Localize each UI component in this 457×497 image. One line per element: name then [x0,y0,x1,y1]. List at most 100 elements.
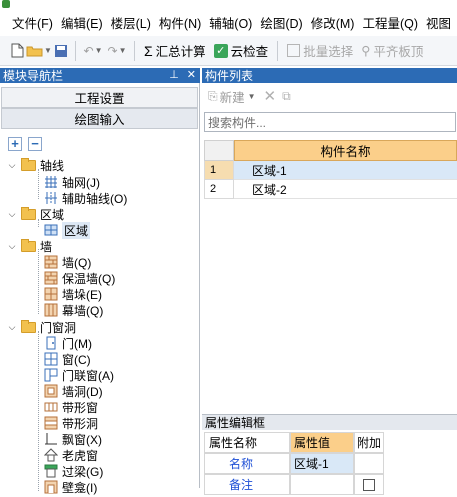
main-toolbar: ▼ ↶ ▼ ↷ ▼ Σ 汇总计算 ✓ 云检查 批量选择 ⚲ 平齐板顶 [0,36,457,66]
tree-item-lintel[interactable]: 过梁(G) [44,463,103,479]
align-icon: ⚲ [361,44,371,58]
save-icon[interactable] [52,42,70,60]
window-icon [44,352,58,366]
tree-item-pilaster[interactable]: 墙垛(E) [44,286,102,302]
property-header-row: 属性名称 属性值 附加 [204,432,457,453]
new-component-button[interactable]: ⎘ 新建 ▼ [208,87,256,106]
property-grid: 属性名称 属性值 附加 名称 区域-1 备注 [204,432,457,495]
aux-axis-icon [44,191,58,205]
align-slab-top-button[interactable]: ⚲ 平齐板顶 [357,41,427,60]
tree-item-wall[interactable]: 墙(Q) [44,254,91,270]
tree-item-region[interactable]: 区域 [44,221,91,239]
tree-item-door-window[interactable]: 门联窗(A) [44,367,114,383]
table-row[interactable]: 2 区域-2 [204,180,457,199]
chevron-down-icon[interactable]: ⌵ [6,241,18,252]
folder-icon [21,238,36,252]
batch-select-button[interactable]: 批量选择 [283,41,357,60]
new-icon: ⎘ [208,88,218,103]
tree-item-insulation-wall[interactable]: 保温墙(Q) [44,270,115,286]
menu-view[interactable]: 视图 [422,13,455,32]
tree-node-region[interactable]: ⌵ 区域 [6,206,64,222]
property-editor-panel: 属性编辑框 属性名称 属性值 附加 名称 区域-1 备注 [202,414,457,495]
cloud-check-button[interactable]: ✓ 云检查 [210,41,273,60]
sigma-icon: Σ [144,42,153,59]
curtain-wall-icon [44,303,58,317]
toolbar-divider [277,40,279,61]
menu-edit[interactable]: 编辑(E) [57,13,107,32]
property-value-cell[interactable]: 区域-1 [290,453,354,474]
window-title-bar [0,0,457,8]
new-file-icon[interactable] [8,42,26,60]
niche-icon [44,480,58,494]
drawing-input-button[interactable]: 绘图输入 [1,108,198,129]
menu-file[interactable]: 文件(F) [8,13,57,32]
chevron-down-icon[interactable]: ⌵ [6,160,18,171]
row-name[interactable]: 区域-2 [234,180,457,199]
property-name-cell: 备注 [204,474,290,495]
tree-guide [38,249,39,314]
tree-item-door[interactable]: 门(M) [44,335,92,351]
menu-bar: 文件(F) 编辑(E) 楼层(L) 构件(N) 辅轴(O) 绘图(D) 修改(M… [0,10,457,34]
collapse-all-icon[interactable]: − [28,137,42,151]
chevron-down-icon[interactable]: ⌵ [6,209,18,220]
folder-icon [21,319,36,333]
menu-draw[interactable]: 绘图(D) [256,13,306,32]
row-name[interactable]: 区域-1 [234,161,457,180]
wall-hole-icon [44,384,58,398]
property-row[interactable]: 名称 区域-1 [204,453,457,474]
app-logo-icon [2,0,10,8]
chevron-down-icon[interactable]: ⌵ [6,322,18,333]
copy-icon[interactable]: ⧉ [282,89,291,104]
menu-component[interactable]: 构件(N) [155,13,205,32]
close-icon[interactable]: ✕ [187,68,196,81]
sum-calc-button[interactable]: Σ 汇总计算 [140,41,210,60]
tree-item-strip-hole[interactable]: 带形洞 [44,415,98,431]
module-nav-title: 模块导航栏 ⊥ ✕ [0,68,200,83]
region-icon [44,223,58,237]
tree-item-aux-axis[interactable]: 辅助轴线(O) [44,190,127,206]
tree-item-bay-window[interactable]: 飘窗(X) [44,431,102,447]
tree-toolbar: + − [8,137,42,151]
open-folder-icon[interactable]: ▼ [26,42,52,60]
insulation-wall-icon [44,271,58,285]
grid-corner [204,140,234,161]
extra-checkbox[interactable] [363,478,375,491]
tree-item-niche[interactable]: 壁龛(I) [44,479,97,495]
component-grid: 构件名称 1 区域-1 2 区域-2 [204,140,457,199]
tree-item-wall-hole[interactable]: 墙洞(D) [44,383,103,399]
undo-icon[interactable]: ↶ ▼ [81,42,105,60]
property-editor-title: 属性编辑框 [202,414,457,430]
pin-icon[interactable]: ⊥ [169,68,179,81]
extra-cell [354,453,384,474]
tree-node-openings[interactable]: ⌵ 门窗洞 [6,319,76,335]
tree-node-wall[interactable]: ⌵ 墙 [6,238,52,254]
table-row[interactable]: 1 区域-1 [204,161,457,180]
delete-icon[interactable]: ✕ [264,87,277,105]
toolbar-divider [75,40,76,61]
property-value-cell[interactable] [290,474,354,495]
dormer-icon [43,448,59,462]
bay-window-icon [44,432,58,446]
tree-item-window[interactable]: 窗(C) [44,351,91,367]
menu-floor[interactable]: 楼层(L) [107,13,155,32]
grid-select-icon [287,44,301,57]
menu-aux-axis[interactable]: 辅轴(O) [205,13,256,32]
expand-all-icon[interactable]: + [8,137,22,151]
tree-item-axis-grid[interactable]: 轴网(J) [44,174,100,190]
column-header-name[interactable]: 构件名称 [234,140,457,161]
menu-modify[interactable]: 修改(M) [307,13,359,32]
tree-item-strip-window[interactable]: 带形窗 [44,399,98,415]
tree-item-dormer[interactable]: 老虎窗 [43,447,98,463]
property-name-cell: 名称 [204,453,290,474]
tree-item-curtain-wall[interactable]: 幕墙(Q) [44,302,103,318]
header-prop-name: 属性名称 [204,432,290,453]
property-row[interactable]: 备注 [204,474,457,495]
project-settings-button[interactable]: 工程设置 [1,87,198,108]
tree-node-axis[interactable]: ⌵ 轴线 [6,157,64,173]
lintel-icon [44,464,58,478]
extra-cell [354,474,384,495]
component-list-title: 构件列表 [202,68,457,83]
redo-icon[interactable]: ↷ ▼ [105,42,129,60]
menu-quantity[interactable]: 工程量(Q) [358,13,422,32]
component-search-input[interactable]: 搜索构件... [204,112,456,132]
